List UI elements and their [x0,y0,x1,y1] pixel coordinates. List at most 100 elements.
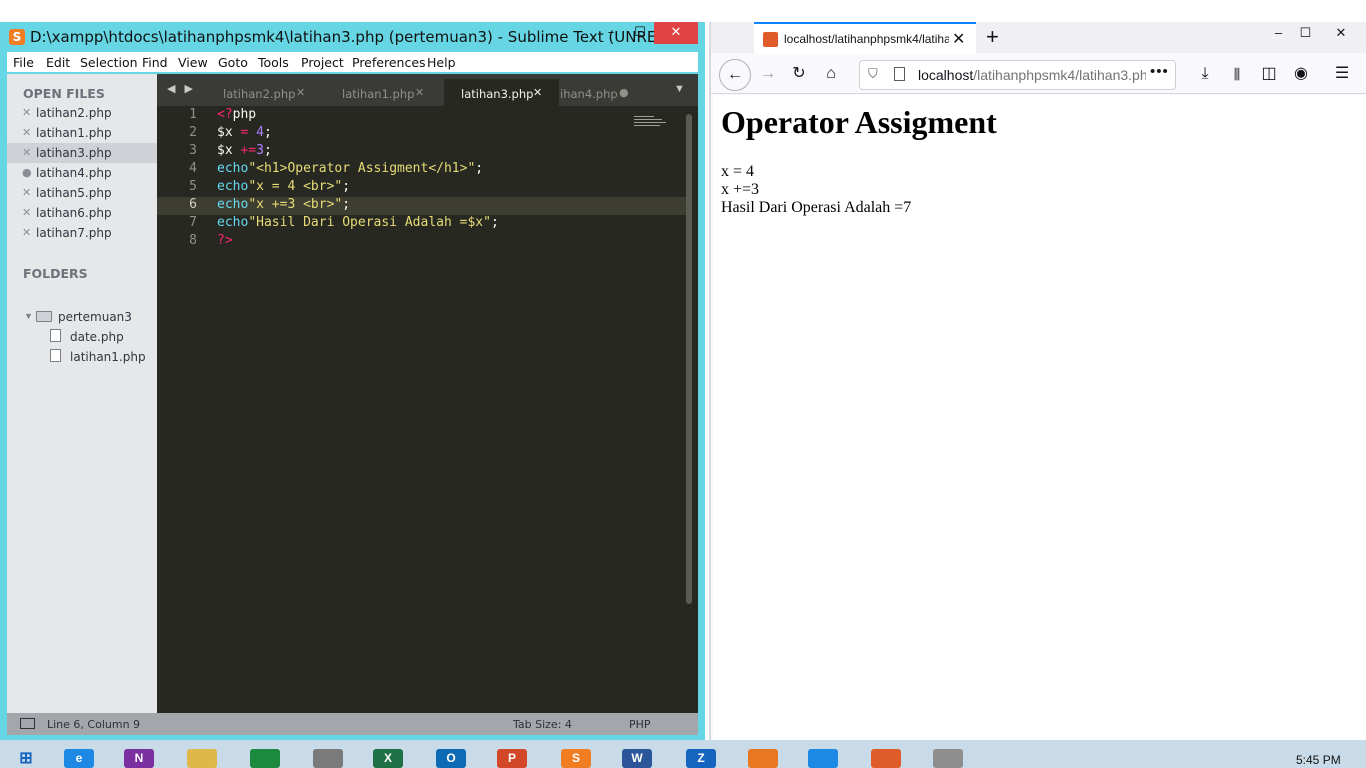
tab-close-icon[interactable]: ✕ [533,86,542,99]
sidebar-icon[interactable]: ◫ [1255,60,1283,88]
line-number: 1 [189,107,197,122]
library-icon[interactable]: ⫼ [1223,60,1251,88]
menu-edit[interactable]: Edit [46,55,70,70]
tab-latihan3-active[interactable]: latihan3.php ✕ [444,79,559,106]
taskbar-app-icon[interactable]: X [373,749,403,768]
close-file-icon[interactable]: ✕ [22,186,31,199]
close-file-icon[interactable]: ✕ [22,106,31,119]
url-text[interactable]: localhost/latihanphpsmk4/latihan3.php [918,67,1146,83]
sublime-sidebar: OPEN FILES ✕ latihan2.php ✕ latihan1.php ✕… [7,74,157,713]
code-editor[interactable]: 1 2 3 4 5 6 7 8 <?php $x = 4; $x +=3; ec… [157,106,698,713]
sublime-minimize-button[interactable]: – [596,22,626,44]
open-file-item[interactable]: ✕ latihan1.php [7,123,157,143]
editor-scrollbar[interactable] [686,114,692,604]
tab-list-dropdown-icon[interactable]: ▼ [674,83,685,95]
menu-project[interactable]: Project [301,55,344,70]
reload-icon[interactable]: ↻ [785,60,813,88]
tab-latihan2[interactable]: latihan2.php ✕ [207,79,325,106]
page-heading: Operator Assigment [721,104,997,140]
open-file-item[interactable]: ✕ latihan7.php [7,223,157,243]
account-icon[interactable]: ◉ [1287,60,1315,88]
taskbar-app-icon[interactable]: P [497,749,527,768]
open-file-item-active[interactable]: ✕ latihan3.php [7,143,157,163]
minimap[interactable] [634,116,668,130]
code-line: echo"x +=3 <br>"; [217,197,351,212]
tab-latihan1[interactable]: latihan1.php ✕ [325,79,443,106]
panel-toggle-icon[interactable] [20,718,35,729]
folder-file-item[interactable]: latihan1.php [70,347,157,367]
menu-tools[interactable]: Tools [258,55,289,70]
code-line: $x +=3; [217,143,272,158]
tab-close-icon[interactable]: ✕ [952,29,965,49]
open-file-item[interactable]: ✕ latihan2.php [7,103,157,123]
menu-goto[interactable]: Goto [218,55,248,70]
menu-view[interactable]: View [178,55,208,70]
home-icon[interactable]: ⌂ [817,60,845,88]
menu-selection[interactable]: Selection [80,55,138,70]
line-number: 5 [189,179,197,194]
taskbar-app-icon[interactable]: e [64,749,94,768]
web-page-content: Operator Assigment x = 4 x +=3 Hasil Dar… [713,95,1366,740]
page-actions-icon[interactable]: ••• [1150,63,1169,80]
tab-nav-arrows-icon[interactable]: ◀ ▶ [167,82,196,95]
open-file-item[interactable]: ● latihan4.php [7,163,157,183]
taskbar-app-icon[interactable]: N [124,749,154,768]
sublime-close-button[interactable]: ✕ [654,22,698,44]
close-file-icon[interactable]: ✕ [22,126,31,139]
new-tab-button[interactable]: + [986,24,999,50]
folder-file-item[interactable]: date.php [70,327,157,347]
xampp-favicon-icon [763,32,778,47]
tab-close-icon[interactable]: ✕ [415,86,424,99]
unsaved-dot-icon[interactable]: ● [22,166,32,179]
windows-taskbar: ⊞ e N X O P S W Z 5:45 PM [0,740,1366,768]
tab-latihan4[interactable]: ihan4.php ● [559,79,659,106]
taskbar-app-icon[interactable] [250,749,280,768]
syntax-indicator[interactable]: PHP [629,718,651,731]
taskbar-app-icon[interactable]: W [622,749,652,768]
downloads-icon[interactable]: ⤓ [1191,60,1219,88]
start-button-icon[interactable]: ⊞ [10,749,42,768]
code-line: ?> [217,233,233,248]
tab-size-indicator[interactable]: Tab Size: 4 [513,718,572,731]
back-arrow-icon[interactable]: ← [719,59,751,91]
sublime-titlebar[interactable]: S D:\xampp\htdocs\latihanphpsmk4\latihan… [0,22,705,52]
menu-find[interactable]: Find [142,55,168,70]
close-file-icon[interactable]: ✕ [22,146,31,159]
firefox-maximize-button[interactable]: ☐ [1293,22,1318,50]
tab-close-icon[interactable]: ✕ [296,86,305,99]
tracking-shield-icon[interactable]: ⛉ [868,66,878,82]
firefox-close-button[interactable]: ✕ [1326,22,1356,50]
file-icon [50,329,61,342]
menu-file[interactable]: File [13,55,34,70]
sublime-window-title: D:\xampp\htdocs\latihanphpsmk4\latihan3.… [30,28,671,46]
taskbar-app-icon[interactable]: Z [686,749,716,768]
forward-arrow-icon[interactable]: → [754,60,782,88]
sublime-maximize-button[interactable]: ☐ [626,22,654,44]
taskbar-app-icon[interactable]: O [436,749,466,768]
unsaved-dot-icon[interactable]: ● [619,86,629,99]
hamburger-menu-icon[interactable]: ☰ [1328,60,1356,88]
menu-preferences[interactable]: Preferences [352,55,426,70]
page-info-icon[interactable] [894,67,905,81]
taskbar-app-icon[interactable] [808,749,838,768]
folder-expand-icon[interactable]: ▼ [24,311,33,321]
taskbar-app-icon[interactable] [187,749,217,768]
line-number: 2 [189,125,197,140]
taskbar-app-icon[interactable] [871,749,901,768]
url-bar[interactable]: ⛉ localhost/latihanphpsmk4/latihan3.php … [859,60,1176,90]
line-number: 7 [189,215,197,230]
taskbar-app-icon[interactable] [748,749,778,768]
folder-item[interactable]: pertemuan3 [58,307,157,327]
open-file-item[interactable]: ✕ latihan6.php [7,203,157,223]
open-file-item[interactable]: ✕ latihan5.php [7,183,157,203]
close-file-icon[interactable]: ✕ [22,226,31,239]
taskbar-app-icon[interactable] [313,749,343,768]
taskbar-app-icon[interactable] [933,749,963,768]
firefox-minimize-button[interactable]: – [1266,22,1291,50]
browser-tab-active[interactable]: localhost/latihanphpsmk4/latihan3.php ✕ [754,22,976,54]
file-icon [50,349,61,362]
taskbar-clock[interactable]: 5:45 PM [1296,753,1341,767]
close-file-icon[interactable]: ✕ [22,206,31,219]
menu-help[interactable]: Help [427,55,456,70]
taskbar-app-icon[interactable]: S [561,749,591,768]
